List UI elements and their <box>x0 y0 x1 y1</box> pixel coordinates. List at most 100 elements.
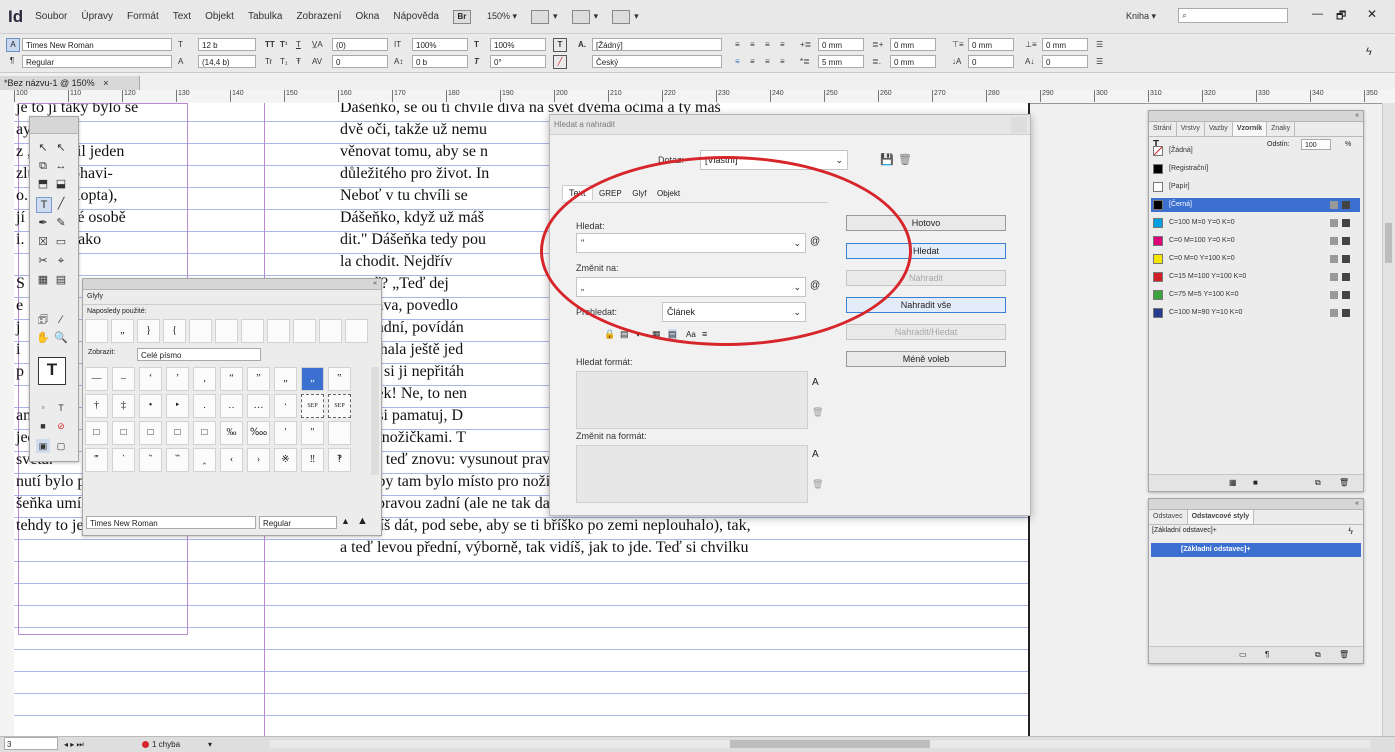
paragraph-styles-header[interactable]: « <box>1149 499 1363 510</box>
underline-button[interactable]: T <box>296 38 301 51</box>
glyph-cell[interactable]: – <box>112 367 135 391</box>
vertical-scroll-thumb[interactable] <box>1385 223 1392 263</box>
small-caps-button[interactable]: Tr <box>265 55 272 68</box>
glyph-cell[interactable]: □ <box>85 421 108 445</box>
vertical-ruler[interactable] <box>0 103 15 736</box>
glyph-font-select[interactable]: Times New Roman <box>86 516 256 529</box>
glyph-cell[interactable]: SEP <box>301 394 324 418</box>
swatch-item[interactable]: C=0 M=0 Y=100 K=0 <box>1151 252 1360 266</box>
menu-window[interactable]: Okna <box>355 11 379 22</box>
glyph-cell[interactable]: ‵ <box>112 448 135 472</box>
first-line-indent-field[interactable]: 5 mm <box>818 55 864 68</box>
swatch-item[interactable]: [Žádná] <box>1151 144 1360 158</box>
glyphs-tab[interactable]: Glyfy <box>83 290 381 305</box>
specify-change-format-icon[interactable]: A <box>812 449 819 460</box>
horizontal-scrollbar[interactable] <box>270 740 1370 748</box>
glyph-cell[interactable]: □ <box>193 421 216 445</box>
swatch-item[interactable]: C=100 M=90 Y=10 K=0 <box>1151 306 1360 320</box>
tab-paragraph-styles[interactable]: Odstavcové styly <box>1187 510 1255 524</box>
window-restore-button[interactable]: 🗗 <box>1336 7 1346 26</box>
arrange-documents-icon[interactable] <box>612 9 631 24</box>
all-caps-button[interactable]: TT <box>265 38 275 51</box>
zoom-tool-icon[interactable]: 🔍 <box>54 331 68 345</box>
glyph-cell[interactable]: † <box>85 394 108 418</box>
tab-glyphs-char[interactable]: Znaky <box>1267 122 1296 136</box>
content-placer-icon[interactable]: ⬓ <box>54 177 68 191</box>
glyph-cell[interactable]: ‧ <box>274 394 297 418</box>
zoom-out-glyphs-icon[interactable]: ▲ <box>341 516 350 526</box>
glyph-cell[interactable]: ‱ <box>247 421 270 445</box>
stroke-text-icon[interactable]: ╱ <box>553 55 567 69</box>
find-format-box[interactable] <box>576 371 808 429</box>
character-style-select[interactable]: [Žádný] <box>592 38 722 51</box>
lightning-icon[interactable]: ϟ <box>1366 46 1372 59</box>
rectangle-frame-tool-icon[interactable]: ☒ <box>36 235 50 249</box>
page-navigation-icon[interactable]: ◂ ▸ ⏭ <box>64 737 84 752</box>
justify-all-icon[interactable]: ≡ <box>735 55 740 68</box>
menu-help[interactable]: Nápověda <box>393 11 439 22</box>
tab-pages[interactable]: Strání <box>1149 122 1177 136</box>
glyph-cell[interactable]: ※ <box>274 448 297 472</box>
subscript-button[interactable]: T₁ <box>280 55 288 68</box>
glyph-cell[interactable]: ’ <box>166 367 189 391</box>
menu-object[interactable]: Objekt <box>205 11 234 22</box>
left-indent-field[interactable]: 0 mm <box>818 38 864 51</box>
swatch-item[interactable]: C=100 M=0 Y=0 K=0 <box>1151 216 1360 230</box>
align-center-icon[interactable]: ≡ <box>750 38 755 51</box>
apply-color-icon[interactable]: ■ <box>36 419 50 433</box>
glyph-cell[interactable]: ‟ <box>328 367 351 391</box>
drop-cap-lines-field[interactable]: 0 <box>968 55 1014 68</box>
normal-view-icon[interactable]: ▣ <box>36 439 50 453</box>
recent-glyph-cell[interactable] <box>293 319 316 343</box>
show-select[interactable]: Celé písmo <box>137 348 261 361</box>
delete-query-icon[interactable]: 🗑 <box>898 153 912 166</box>
specify-find-format-icon[interactable]: A <box>812 377 819 388</box>
panel-collapse-icon[interactable]: « <box>373 279 377 289</box>
formatting-text-icon[interactable]: T <box>54 401 68 415</box>
show-all-swatches-icon[interactable]: ▦ <box>1229 478 1237 487</box>
hand-tool-icon[interactable]: ✋ <box>36 331 50 345</box>
chevron-down-icon[interactable]: ▾ <box>208 737 212 752</box>
glyph-cell[interactable]: ‹ <box>220 448 243 472</box>
tab-links[interactable]: Vazby <box>1205 122 1233 136</box>
glyph-cell[interactable]: ‴ <box>85 448 108 472</box>
glyph-grid-scrollbar[interactable] <box>371 367 379 475</box>
font-size-field[interactable]: 12 b <box>198 38 256 51</box>
menu-file[interactable]: Soubor <box>35 11 67 22</box>
recent-glyph-cell[interactable] <box>319 319 342 343</box>
align-left-icon[interactable]: ≡ <box>735 38 740 51</box>
style-item-basic-paragraph[interactable]: [Základní odstavec]+ <box>1151 543 1361 557</box>
recent-glyph-cell[interactable] <box>241 319 264 343</box>
glyph-cell[interactable]: › <box>247 448 270 472</box>
tab-paragraph[interactable]: Odstavec <box>1149 510 1188 524</box>
glyph-style-select[interactable]: Regular <box>259 516 337 529</box>
glyph-cell[interactable]: ‰ <box>220 421 243 445</box>
kerning-field[interactable]: (0) <box>332 38 388 51</box>
menu-format[interactable]: Formát <box>127 11 159 22</box>
recent-glyph-cell[interactable] <box>267 319 290 343</box>
menu-table[interactable]: Tabulka <box>248 11 282 22</box>
fill-stroke-icon[interactable]: T <box>38 357 66 385</box>
pen-tool-icon[interactable]: ✒ <box>36 216 50 230</box>
font-family-select[interactable]: Times New Roman <box>22 38 172 51</box>
clear-overrides-icon[interactable]: ¶ <box>1265 650 1269 659</box>
fill-text-icon[interactable]: T <box>553 38 567 52</box>
screen-mode-icon[interactable] <box>571 9 590 24</box>
justify-last-right-icon[interactable]: ≡ <box>765 55 770 68</box>
glyph-cell[interactable]: ‚ <box>193 367 216 391</box>
baseline-shift-field[interactable]: 0 b <box>412 55 468 68</box>
apply-none-icon[interactable]: ⊘ <box>54 419 68 433</box>
scissors-tool-icon[interactable]: ✂ <box>36 254 50 268</box>
swatch-item[interactable]: C=0 M=100 Y=0 K=0 <box>1151 234 1360 248</box>
align-spine-icon[interactable]: ≡ <box>780 55 785 68</box>
line-tool-icon[interactable]: ╱ <box>54 197 68 211</box>
zoom-dropdown[interactable]: 150% ▾ <box>487 11 517 22</box>
new-style-group-icon[interactable]: ▭ <box>1239 650 1247 659</box>
swatch-item[interactable]: [Černá] <box>1151 198 1360 212</box>
panel-collapse-icon[interactable]: « <box>1355 499 1359 509</box>
glyph-cell[interactable]: ′ <box>274 421 297 445</box>
lightning-icon[interactable]: ϟ <box>1348 526 1353 536</box>
document-tab[interactable]: *Bez názvu-1 @ 150% × <box>0 76 140 90</box>
change-format-box[interactable] <box>576 445 808 503</box>
direct-selection-tool-icon[interactable]: ↖ <box>54 141 68 155</box>
